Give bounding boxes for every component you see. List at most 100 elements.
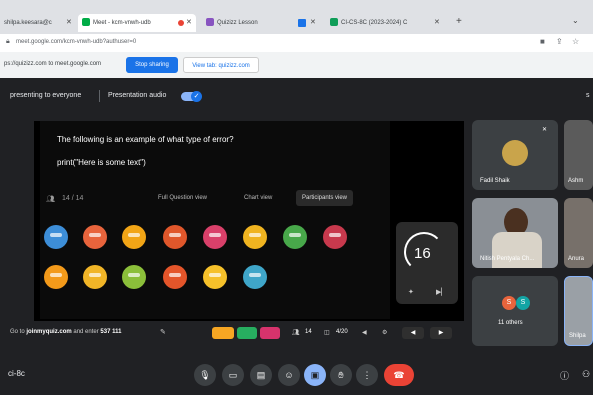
avatar: S [516, 296, 530, 310]
tab-quizizz[interactable]: Quizizz Lesson ✕ [202, 14, 320, 32]
hand-icon: ✋︎ [338, 370, 344, 380]
classroom-icon [330, 18, 338, 27]
join-mid: and enter [73, 329, 99, 335]
participant-name: Fadil Shaik [480, 178, 510, 184]
tab-participants-view[interactable]: Participants view [296, 190, 354, 206]
player-avatar [83, 225, 107, 249]
audio-toggle[interactable]: ✓ [181, 91, 202, 102]
presentation-audio-label: Presentation audio [108, 92, 167, 99]
prev-button[interactable]: ◀ [402, 327, 424, 339]
present-button[interactable]: ▣ [304, 364, 326, 386]
player-avatar [44, 265, 68, 289]
reactions-button[interactable] [260, 327, 280, 339]
join-code: 537 111 [100, 329, 122, 335]
stop-sharing-button[interactable]: Stop sharing [126, 57, 178, 73]
tab-label: Quizizz Lesson [217, 20, 258, 26]
player-avatar [323, 225, 347, 249]
next-button[interactable]: ▶ [430, 327, 452, 339]
participant-tile[interactable]: ✕ Fadil Shaik [472, 120, 558, 190]
quiz-card: The following is an example of what type… [40, 121, 390, 319]
player-avatar [163, 265, 187, 289]
music-button[interactable] [212, 327, 234, 339]
tab-chart-view[interactable]: Chart view [244, 195, 272, 201]
close-icon[interactable]: ✕ [310, 14, 316, 32]
avatar [502, 140, 528, 166]
lock-icon: 🔒︎ [6, 38, 10, 45]
people-icon[interactable]: ⚇ [582, 369, 590, 380]
join-site: joinmyquiz.com [26, 329, 72, 335]
meet-control-bar: ci-8c 🎙︎ ▭ ▤ ☺ ▣ ✋︎ ⋮ ☎ ⓘ ⚇ [0, 356, 593, 395]
players-count: 14 [305, 329, 312, 335]
participant-tile[interactable]: Anura [564, 198, 593, 268]
info-icon[interactable]: ⓘ [560, 369, 569, 382]
sharing-icon [298, 19, 306, 27]
question-text: The following is an example of what type… [57, 135, 234, 144]
tab-classroom[interactable]: CI-CS-8C (2023-2024) C ✕ [326, 14, 444, 32]
mic-button[interactable]: 🎙︎ [194, 364, 216, 386]
player-avatar [243, 225, 267, 249]
timer-panel: 16 ✦ ▶▏ [396, 222, 458, 304]
new-tab-button[interactable]: + [456, 16, 462, 27]
more-vert-icon: ⋮ [362, 370, 372, 380]
emoji-button[interactable]: ☺ [278, 364, 300, 386]
browser-tab-strip: shilpa.keesara@c ✕ Meet - kcm-vnwh-udb ✕… [0, 0, 593, 34]
avatar: S [502, 296, 516, 310]
join-instructions: Go to joinmyquiz.com and enter 537 111 [10, 329, 121, 335]
close-icon[interactable]: ✕ [434, 14, 440, 32]
sharing-text: ps://quizizz.com to meet.google.com [4, 61, 102, 67]
skip-icon[interactable]: ▶▏ [436, 288, 447, 296]
url-text[interactable]: meet.google.com/kcm-vnwh-udb?authuser=0 [16, 39, 136, 45]
sharing-notification-bar: ps://quizizz.com to meet.google.com Stop… [0, 52, 593, 79]
tab-label: shilpa.keesara@c [4, 20, 52, 26]
question-code: print("Here is some text") [57, 158, 146, 167]
star-icon[interactable]: ☆ [572, 37, 579, 46]
copy-icon[interactable]: ✎ [160, 328, 166, 336]
close-icon[interactable]: ✕ [66, 14, 72, 32]
powerup-button[interactable] [237, 327, 257, 339]
quizizz-icon [206, 18, 214, 27]
participant-name: Anura [568, 256, 585, 262]
raise-hand-button[interactable]: ✋︎ [330, 364, 352, 386]
players-icon: 👥︎ [292, 330, 300, 336]
mic-icon: 🎙︎ [199, 370, 211, 380]
tab-label: CI-CS-8C (2023-2024) C [341, 20, 408, 26]
tab-gmail[interactable]: shilpa.keesara@c ✕ [4, 14, 74, 32]
end-call-button[interactable]: ☎ [384, 364, 414, 386]
participant-tile[interactable]: Ashm [564, 120, 593, 190]
settings-icon[interactable]: ⚙ [382, 329, 387, 336]
pause-icon[interactable]: ✦ [408, 288, 414, 296]
player-avatar [283, 225, 307, 249]
divider [99, 90, 100, 102]
participant-name: Ashm [568, 178, 584, 184]
camera-icon[interactable]: ■ [540, 37, 545, 46]
presenting-text: presenting to everyone [10, 92, 82, 99]
close-icon[interactable]: ✕ [186, 14, 192, 32]
more-options-button[interactable]: ⋮ [356, 364, 378, 386]
address-bar[interactable]: 🔒︎ meet.google.com/kcm-vnwh-udb?authuser… [0, 34, 593, 53]
others-count: 11 others [498, 320, 523, 326]
mic-off-icon: ✕ [542, 127, 548, 133]
tab-full-question[interactable]: Full Question view [158, 195, 207, 201]
progress-count: 14 / 14 [62, 195, 84, 202]
captions-button[interactable]: ▤ [250, 364, 272, 386]
tab-search-icon[interactable]: ⌄ [572, 16, 579, 25]
camera-button[interactable]: ▭ [222, 364, 244, 386]
player-avatar [122, 265, 146, 289]
player-avatar [122, 225, 146, 249]
others-tile[interactable]: S S 11 others [472, 276, 558, 346]
participants-icon: 👥︎ [46, 196, 55, 203]
join-prefix: Go to [10, 329, 25, 335]
captions-icon: ▤ [256, 370, 266, 380]
presentation-bar: presenting to everyone Presentation audi… [0, 86, 593, 106]
check-icon: ✓ [191, 91, 202, 102]
participant-name: Nitish Pentyala Ch... [480, 256, 535, 262]
volume-icon[interactable]: ◀ [362, 329, 367, 336]
more-indicator: s [586, 92, 590, 99]
participant-tile[interactable]: Nitish Pentyala Ch... [472, 198, 558, 268]
participant-name: Shilpa [569, 333, 586, 339]
question-counter: 4/20 [336, 329, 348, 335]
share-icon[interactable]: ⇪ [556, 37, 563, 46]
self-tile[interactable]: Shilpa [564, 276, 593, 346]
tab-meet[interactable]: Meet - kcm-vnwh-udb ✕ [78, 14, 196, 32]
view-tab-button[interactable]: View tab: quizizz.com [183, 57, 259, 73]
